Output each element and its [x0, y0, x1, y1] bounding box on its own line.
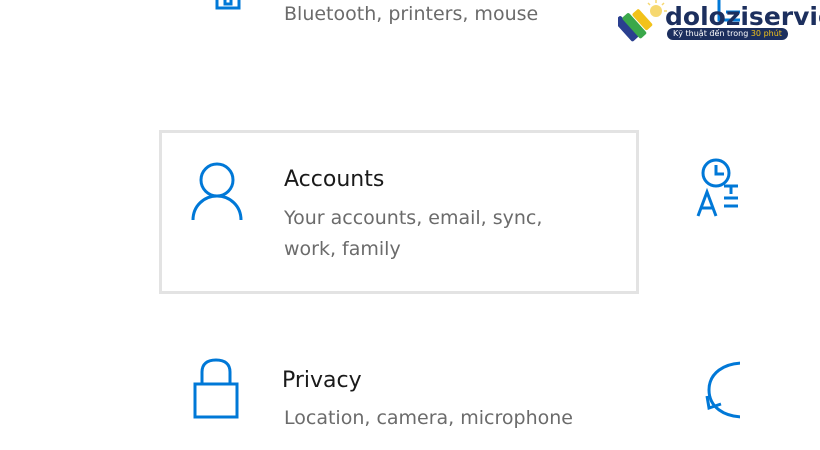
right-column-clip: [690, 0, 740, 450]
time-language-icon[interactable]: [694, 158, 740, 218]
devices-tile[interactable]: Bluetooth, printers, mouse: [160, 0, 640, 50]
privacy-tile[interactable]: Privacy Location, camera, microphone: [160, 330, 640, 450]
devices-description: Bluetooth, printers, mouse: [284, 3, 539, 25]
person-icon: [190, 160, 246, 222]
privacy-description: Location, camera, microphone: [284, 407, 573, 429]
privacy-title: Privacy: [282, 368, 362, 393]
accounts-description-line-2: work, family: [284, 238, 401, 260]
watermark-tagline-prefix: Kỹ thuật đến trong: [673, 29, 751, 38]
watermark-tagline-highlight: 30 phút: [750, 29, 782, 38]
logo-mark-icon: [614, 0, 668, 50]
update-security-icon[interactable]: [704, 360, 740, 420]
accounts-title: Accounts: [284, 167, 385, 192]
accounts-tile[interactable]: Accounts Your accounts, email, sync, wor…: [159, 130, 639, 294]
watermark-logo: doloziservice Kỹ thuật đến trong 30 phút: [614, 0, 820, 50]
watermark-brand: doloziservice: [665, 2, 820, 31]
watermark-tagline: Kỹ thuật đến trong 30 phút: [667, 28, 788, 40]
accounts-description-line-1: Your accounts, email, sync,: [284, 207, 543, 229]
devices-icon: [214, 0, 248, 16]
lock-icon: [192, 358, 240, 420]
